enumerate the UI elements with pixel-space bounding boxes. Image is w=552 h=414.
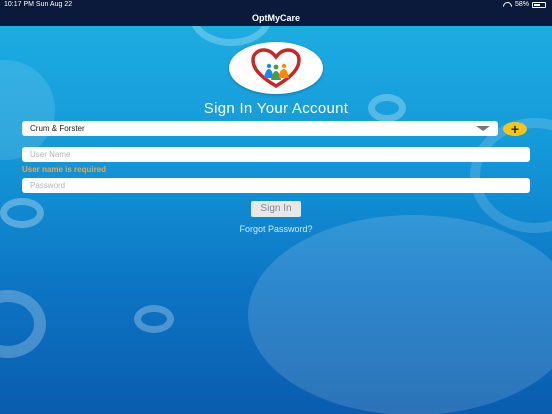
status-time-date: 10:17 PM Sun Aug 22 [4, 1, 73, 8]
status-right: 58% [503, 0, 546, 10]
company-select-value: Crum & Forster [30, 124, 85, 133]
forgot-password-label: Forgot Password? [239, 224, 313, 234]
plus-icon: + [510, 121, 520, 137]
login-screen: 10:17 PM Sun Aug 22 58% OptMyCare Sign I… [0, 0, 552, 414]
decor-bubble-large [248, 215, 552, 414]
username-input[interactable] [22, 147, 530, 162]
nav-bar: OptMyCare [0, 10, 552, 26]
sign-in-button[interactable]: Sign In [251, 201, 301, 217]
logo-badge [229, 42, 323, 94]
battery-icon [532, 2, 546, 8]
forgot-password-link[interactable]: Forgot Password? [0, 224, 552, 234]
heart-family-logo-icon [251, 48, 301, 89]
app-title: OptMyCare [251, 13, 300, 23]
username-error: User name is required [22, 165, 107, 174]
wifi-icon [503, 2, 512, 9]
page-title: Sign In Your Account [203, 100, 349, 117]
status-bar: 10:17 PM Sun Aug 22 58% [0, 0, 552, 10]
decor-ring-bottom-left [0, 290, 46, 358]
chevron-down-icon [476, 126, 490, 131]
password-input[interactable] [22, 178, 530, 193]
decor-ring-bottom-mid [134, 305, 174, 333]
add-company-button[interactable]: + [503, 122, 527, 136]
battery-percent: 58% [514, 1, 529, 8]
company-select[interactable]: Crum & Forster [22, 121, 498, 136]
